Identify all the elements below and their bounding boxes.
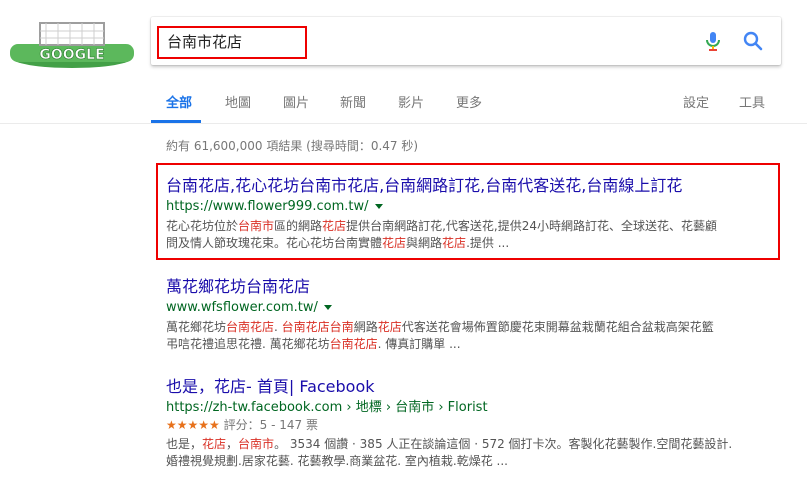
snippet-highlight: 台南花店 xyxy=(226,320,275,334)
snippet-highlight: 花店 xyxy=(442,236,467,250)
search-result: 萬花鄉花坊台南花店 www.wfsflower.com.tw/ 萬花鄉花坊台南花… xyxy=(166,277,776,353)
snippet-highlight: 台南花店台南 xyxy=(281,320,354,334)
result-snippet: 萬花鄉花坊台南花店. 台南花店台南網路花店代客送花會場佈置節慶花束開幕盆栽蘭花組… xyxy=(166,319,776,353)
search-result: 台南花店,花心花坊台南市花店,台南網路訂花,台南代客送花,台南線上訂花 http… xyxy=(166,176,776,252)
snippet-highlight: 花店 xyxy=(377,320,402,334)
snippet-highlight: 花店 xyxy=(202,437,227,451)
search-box[interactable] xyxy=(151,17,781,65)
result-title-link[interactable]: 萬花鄉花坊台南花店 xyxy=(166,277,776,297)
snippet-highlight: 台南市 xyxy=(238,437,275,451)
tab-images[interactable]: 圖片 xyxy=(283,92,309,111)
search-icon[interactable] xyxy=(741,29,765,53)
snippet-text: 問及情人節玫瑰花束。花心花坊台南實體 xyxy=(166,236,383,250)
tab-news[interactable]: 新聞 xyxy=(340,92,366,111)
caret-down-icon[interactable] xyxy=(374,204,383,209)
result-snippet: 也是，花店，台南市。 3534 個讚 · 385 人正在談論這個 · 572 個… xyxy=(166,436,776,470)
result-title-link[interactable]: 台南花店,花心花坊台南市花店,台南網路訂花,台南代客送花,台南線上訂花 xyxy=(166,176,776,196)
snippet-highlight: 花店 xyxy=(322,219,347,233)
snippet-text: 區的網路 xyxy=(274,219,323,233)
result-title-link[interactable]: 也是，花店- 首頁| Facebook xyxy=(166,377,776,397)
snippet-text: 代客送花會場佈置節慶花束開幕盆栽蘭花組合盆栽高架花籃 xyxy=(401,320,714,334)
snippet-text: 與網路 xyxy=(406,236,443,250)
snippet-text: 網路 xyxy=(353,320,378,334)
snippet-text: . 傳真訂購單 ... xyxy=(377,337,461,351)
result-snippet: 花心花坊位於台南市區的網路花店提供台南網路訂花,代客送花,提供24小時網路訂花、… xyxy=(166,218,776,252)
snippet-text: 也是， xyxy=(166,437,203,451)
snippet-text: 。 3534 個讚 · 385 人正在談論這個 · 572 個打卡次。客製化花藝… xyxy=(274,437,733,451)
active-tab-indicator xyxy=(151,120,201,123)
result-url-text: https://zh-tw.facebook.com › 地標 › 台南市 › … xyxy=(166,400,488,415)
tab-tools[interactable]: 工具 xyxy=(739,92,765,111)
result-stats: 約有 61,600,000 項結果 (搜尋時間：0.47 秒) xyxy=(166,139,419,153)
snippet-text: .提供 ... xyxy=(466,236,510,250)
search-input[interactable] xyxy=(165,27,665,55)
snippet-highlight: 台南市 xyxy=(238,219,275,233)
tab-maps[interactable]: 地圖 xyxy=(225,92,251,111)
result-url-text: https://www.flower999.com.tw/ xyxy=(166,199,369,214)
search-header: GOOGLE 全部 地圖 圖片 新聞 影片 更多 設定 工具 xyxy=(0,0,807,124)
snippet-text: 提供台南網路訂花,代客送花,提供24小時網路訂花、全球送花、花藝顧 xyxy=(346,219,717,233)
microphone-icon[interactable] xyxy=(701,29,725,53)
logo-text: GOOGLE xyxy=(39,47,104,63)
caret-down-icon[interactable] xyxy=(323,305,332,310)
star-rating-icon: ★★★★★ xyxy=(166,418,220,432)
result-url-text: www.wfsflower.com.tw/ xyxy=(166,300,318,315)
snippet-highlight: 台南花店 xyxy=(329,337,378,351)
tab-more[interactable]: 更多 xyxy=(456,92,482,111)
rating-text: 評分：5 - 147 票 xyxy=(223,418,318,432)
snippet-text: . xyxy=(274,320,282,334)
result-url: https://www.flower999.com.tw/ xyxy=(166,198,776,216)
snippet-text: 萬花鄉花坊 xyxy=(166,320,227,334)
snippet-highlight: 花店 xyxy=(382,236,407,250)
result-url: www.wfsflower.com.tw/ xyxy=(166,299,776,317)
snippet-text: ， xyxy=(226,437,239,451)
google-doodle-logo[interactable]: GOOGLE xyxy=(10,20,134,68)
tab-all[interactable]: 全部 xyxy=(166,92,192,111)
tab-videos[interactable]: 影片 xyxy=(398,92,424,111)
result-rating: ★★★★★ 評分：5 - 147 票 xyxy=(166,417,776,434)
tab-settings[interactable]: 設定 xyxy=(683,92,709,111)
search-result: 也是，花店- 首頁| Facebook https://zh-tw.facebo… xyxy=(166,377,776,470)
search-tabs: 全部 地圖 圖片 新聞 影片 更多 設定 工具 xyxy=(0,82,807,124)
result-url: https://zh-tw.facebook.com › 地標 › 台南市 › … xyxy=(166,399,776,417)
snippet-text: 花心花坊位於 xyxy=(166,219,239,233)
snippet-text: 婚禮視覺規劃.居家花藝. 花藝教學.商業盆花. 室內植栽.乾燥花 ... xyxy=(166,454,508,468)
snippet-text: 弔唁花禮追思花禮. 萬花鄉花坊 xyxy=(166,337,330,351)
